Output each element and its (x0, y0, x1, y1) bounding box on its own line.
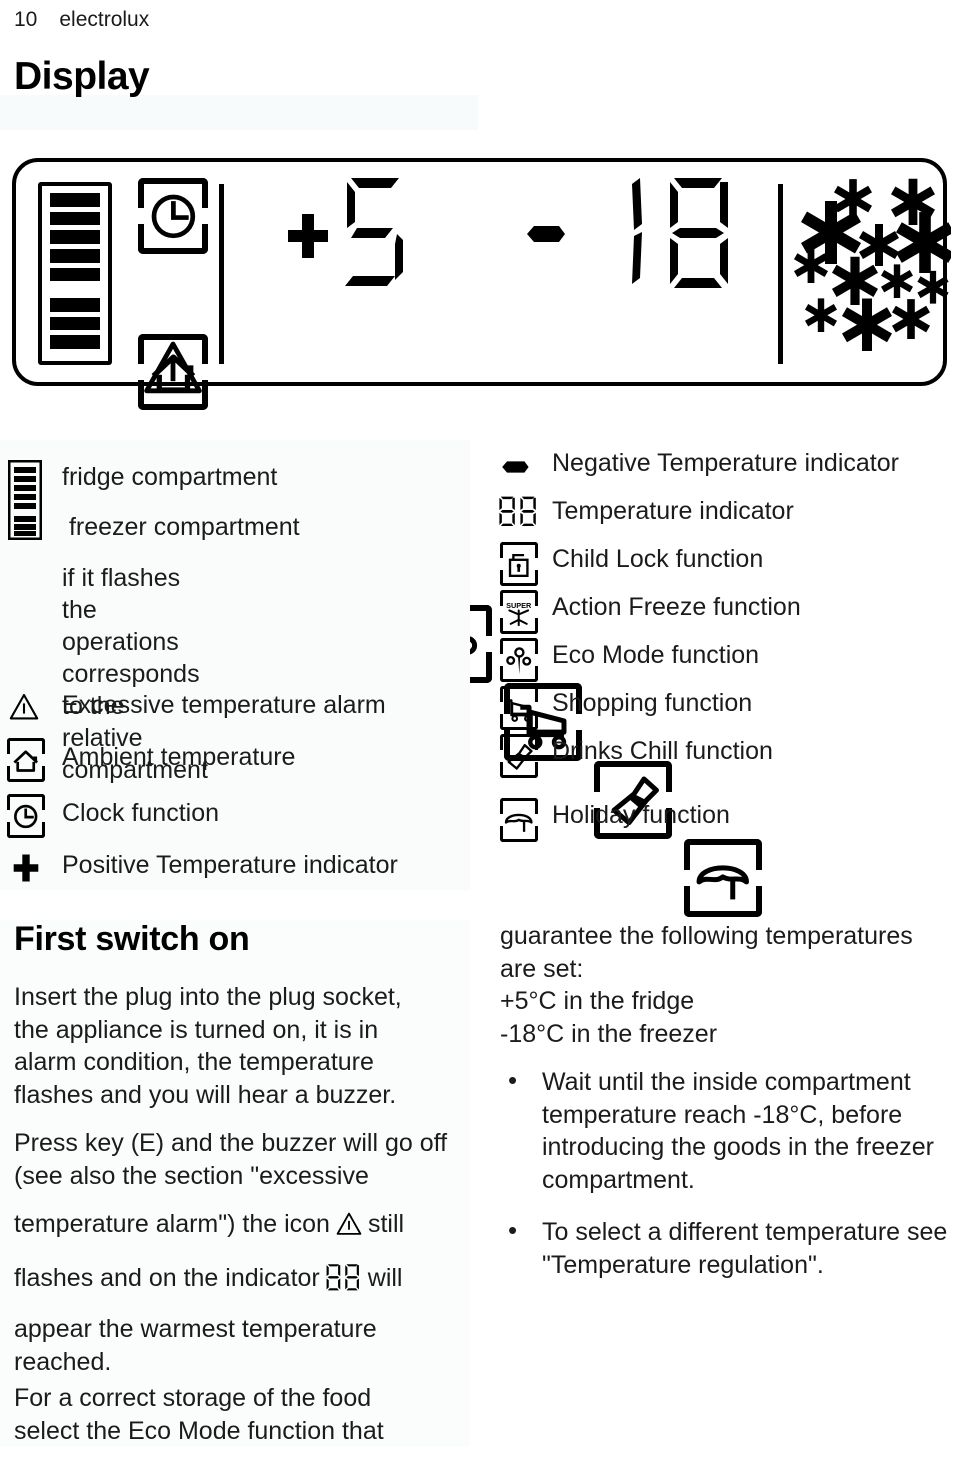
page-title: Display (14, 55, 150, 98)
body-left-column: First switch on Insert the plug into the… (14, 920, 474, 1461)
list-item: To select a different temperature see "T… (500, 1214, 950, 1281)
legend-label: Holiday function (552, 801, 730, 829)
legend-label: Positive Temperature indicator (62, 851, 398, 879)
negative-sign-indicator (521, 224, 567, 249)
umbrella-holiday-icon (500, 798, 538, 842)
legend-item-eco-mode-function: Eco Mode function (552, 640, 759, 671)
snowflake-cluster-icon (791, 178, 954, 378)
bottle-chill-icon (500, 734, 538, 778)
legend-label: Temperature indicator (552, 497, 794, 525)
paragraph-press-key-part1: Press key (E) and the buzzer will go off… (14, 1129, 448, 1190)
legend-label: Negative Temperature indicator (552, 449, 899, 477)
paragraph-text-fragment: still (367, 1210, 405, 1238)
legend-label: Action Freeze function (552, 593, 801, 621)
legend-item-child-lock-function: Child Lock function (552, 544, 763, 575)
legend-item-negative-temperature-indicator: Negative Temperature indicator (552, 448, 899, 479)
paragraph-press-key-part4: appear the warmest temperature reached. (14, 1315, 377, 1376)
legend-label: Eco Mode function (552, 641, 760, 669)
paragraph-text-fragment: flashes and on the indicator (14, 1263, 320, 1292)
legend-section: fridge compartment freezer compartment i… (0, 440, 960, 900)
house-ambient-icon (7, 738, 45, 782)
eco-mode-icon (500, 638, 538, 682)
paragraph-guarantee-temperatures: guarantee the following temperatures are… (500, 922, 913, 1048)
child-lock-icon (500, 542, 538, 586)
legend-label: Child Lock function (552, 545, 764, 573)
action-freeze-super-icon: SUPER (500, 590, 538, 634)
panel-divider-right (778, 184, 783, 364)
legend-item-action-freeze-function: Action Freeze function (552, 592, 801, 623)
legend-label: Drinks Chill function (552, 737, 773, 765)
bullet-list: Wait until the inside compartment temper… (500, 1064, 950, 1281)
warning-triangle-icon (142, 338, 204, 398)
header-tint-band (0, 95, 478, 130)
display-panel-illustration: SUPER (12, 158, 954, 917)
paragraph-press-key-part3: flashes and on the indicator will (14, 1262, 474, 1300)
plus-sign-icon (12, 852, 40, 889)
svg-text:SUPER: SUPER (506, 600, 532, 609)
legend-item-drinks-chill-function: Drinks Chill function (552, 736, 773, 767)
legend-item-holiday-function: Holiday function (552, 800, 730, 831)
legend-item-temperature-indicator: Temperature indicator (552, 496, 794, 527)
paragraph-text-fragment: temperature alarm") the icon (14, 1210, 330, 1238)
body-right-column: guarantee the following temperatures are… (500, 920, 950, 1301)
bar-level-indicator-icon (7, 459, 43, 545)
shopping-cart-icon (500, 686, 538, 730)
legend-label: Clock function (62, 799, 220, 827)
warning-triangle-icon (335, 1211, 363, 1246)
seven-segment-88-icon (325, 1263, 363, 1300)
legend-item-positive-temperature-indicator: Positive Temperature indicator (62, 850, 398, 881)
legend-label: Ambient temperature (62, 743, 296, 771)
legend-item-shopping-function: Shopping function (552, 688, 752, 719)
paragraph-first-switch-on: Insert the plug into the plug socket, th… (14, 983, 402, 1109)
bar-level-indicator-icon (38, 182, 112, 365)
list-item: Wait until the inside compartment temper… (500, 1064, 950, 1196)
legend-item-ambient-temperature: Ambient temperature (62, 742, 295, 773)
paragraph-text-fragment: will (367, 1263, 403, 1292)
warning-triangle-icon (8, 692, 40, 727)
legend-label: freezer compartment (62, 513, 300, 541)
legend-item-fridge-compartment: fridge compartment (62, 462, 277, 493)
legend-label: Shopping function (552, 689, 753, 717)
legend-item-freezer-compartment: freezer compartment (62, 512, 300, 543)
subsection-heading: First switch on (14, 920, 250, 958)
legend-item-excessive-temperature-alarm: Excessive temperature alarm (62, 690, 386, 721)
brand-name: electrolux (59, 8, 150, 31)
clock-icon (7, 794, 45, 838)
clock-icon (138, 178, 208, 254)
paragraph-press-key-part2: temperature alarm") the icon still (14, 1208, 474, 1246)
legend-label: fridge compartment (62, 463, 278, 491)
legend-label: Excessive temperature alarm (62, 691, 386, 719)
seven-segment-88-icon (498, 495, 540, 532)
freezer-temperature-digits (616, 174, 736, 295)
positive-sign-indicator (286, 210, 330, 267)
minus-sign-icon (498, 460, 530, 479)
panel-divider-left (219, 184, 224, 364)
page-header: 10 electrolux (14, 8, 149, 32)
fridge-temperature-digits (341, 174, 409, 295)
page-number: 10 (14, 8, 38, 31)
legend-item-clock-function: Clock function (62, 798, 219, 829)
paragraph-eco-mode: For a correct storage of the food select… (14, 1384, 384, 1445)
